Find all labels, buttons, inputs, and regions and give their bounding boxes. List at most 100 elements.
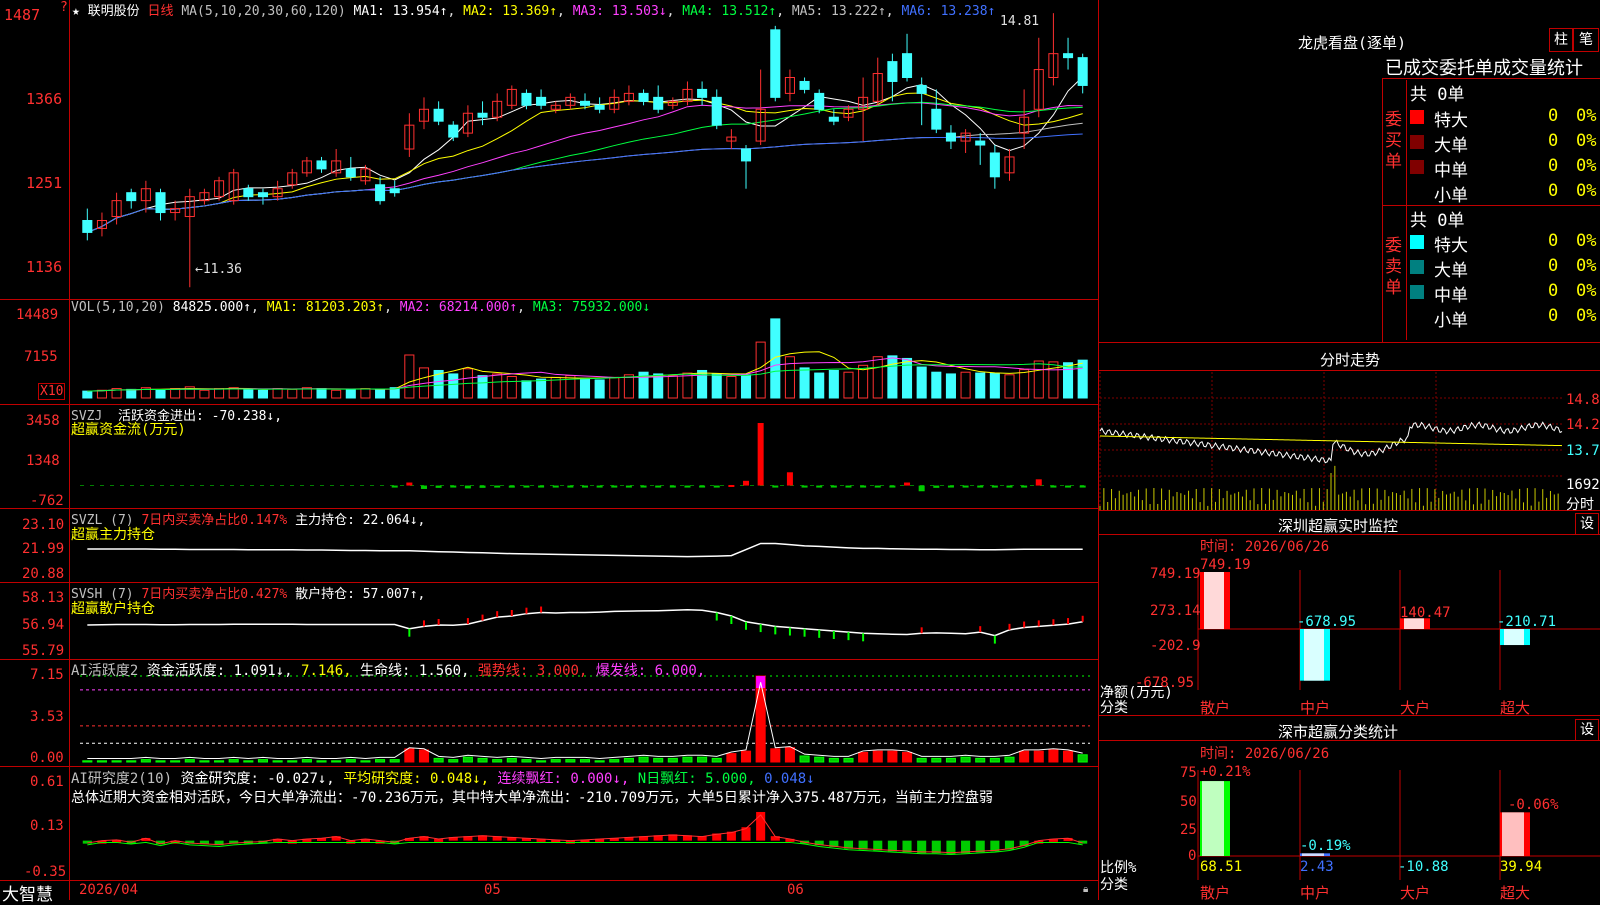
- svzj-bar: [933, 485, 940, 488]
- pen-toggle-button[interactable]: 笔: [1573, 28, 1599, 52]
- svzj-bar: [538, 485, 545, 488]
- ai1-bar: [360, 760, 371, 763]
- volume-bar: [594, 379, 605, 399]
- ai1-label3: 生命线: 1.560,: [360, 663, 470, 679]
- ai1-bar: [711, 757, 722, 763]
- ai1-peak-cap: [756, 676, 766, 689]
- sell-order-count: 0: [1548, 231, 1559, 251]
- candle-body: [594, 104, 605, 110]
- ai1-bar: [667, 757, 678, 763]
- svzj-bar: [611, 485, 618, 488]
- svsh-axis-bottom: 55.79: [22, 643, 65, 659]
- ai1-bar: [901, 751, 913, 763]
- sell-total: 共 0单: [1410, 211, 1465, 231]
- svzj-bar: [743, 480, 750, 486]
- bar-toggle-button[interactable]: 柱: [1549, 28, 1573, 52]
- ai1-bar: [1019, 750, 1030, 763]
- ai1-bar: [989, 757, 1000, 763]
- ma2-value: MA2: 13.369↑: [463, 4, 558, 19]
- monitor-value-1: 749.19: [1200, 557, 1251, 573]
- svzl-line: [87, 542, 1083, 558]
- ai2-bar: [756, 811, 766, 841]
- ai1-bar: [155, 760, 166, 763]
- price-low-label: ←11.36: [195, 262, 242, 277]
- candle-body: [126, 192, 137, 202]
- monitor-title: 深圳超赢实时监控: [1278, 517, 1399, 535]
- sell-order-count: 0: [1548, 256, 1559, 276]
- volume-bar: [506, 376, 517, 399]
- ma4-value: MA4: 13.512↑: [682, 4, 777, 19]
- ai1-bar: [214, 760, 225, 763]
- brand-label[interactable]: 大智慧: [2, 880, 53, 905]
- svzj-bar: [406, 482, 413, 486]
- ai1-bar: [228, 759, 239, 763]
- buy-total: 共 0单: [1410, 85, 1465, 105]
- volume-bar: [931, 371, 942, 399]
- intraday-avg-line: [1099, 435, 1563, 447]
- ai1-bar: [477, 757, 488, 763]
- volume-bar: [404, 354, 415, 399]
- candle-body: [697, 88, 708, 98]
- period-label[interactable]: 日线: [148, 4, 174, 19]
- ai1-bar: [184, 759, 195, 763]
- candle-body: [477, 112, 488, 118]
- classify-val-3: -10.88: [1398, 859, 1449, 875]
- classify-top-2: -0.19%: [1300, 838, 1351, 854]
- intraday-price-line: [1099, 421, 1563, 464]
- volume-bar: [477, 375, 488, 399]
- buy-order-count: 0: [1548, 181, 1559, 201]
- volume-bar: [989, 372, 1000, 399]
- kline-chart[interactable]: [0, 0, 1600, 900]
- candle-body: [1063, 53, 1074, 59]
- lhb-title: 龙虎看盘(逐单): [1298, 34, 1407, 52]
- volume-bar: [331, 389, 342, 399]
- ai1-bar: [916, 757, 927, 763]
- ai1-bar: [682, 756, 693, 763]
- ai1-bar: [199, 760, 210, 763]
- ai1-axis-top: 7.15: [30, 667, 64, 683]
- svzj-bar: [508, 485, 515, 488]
- classify-settings-button[interactable]: 设: [1575, 719, 1599, 741]
- intraday-axis-1: 14.80: [1566, 392, 1600, 408]
- ai1-bar: [272, 760, 283, 763]
- ai1-bar: [1048, 749, 1059, 763]
- ai1-bar: [243, 760, 254, 763]
- candle-body: [828, 116, 839, 122]
- ai1-bar: [726, 753, 737, 763]
- svzj-bar: [552, 485, 559, 488]
- price-high-label: 14.81: [1000, 14, 1040, 29]
- svzj-bar: [420, 485, 427, 489]
- help-icon[interactable]: ?: [60, 0, 68, 15]
- ai1-bar: [506, 757, 517, 763]
- svzj-bar: [699, 485, 706, 488]
- monitor-ylabel2: 分类: [1100, 700, 1128, 716]
- svzl-axis-top: 23.10: [22, 517, 65, 533]
- ai1-bar: [126, 760, 137, 763]
- ai1-bar: [931, 757, 942, 763]
- svzj-bar: [977, 485, 984, 488]
- candle-body: [653, 96, 664, 110]
- buy-order-row: 大单 0 0%: [1410, 131, 1600, 156]
- lock-icon[interactable]: 🔒︎: [1083, 884, 1088, 895]
- buy-order-label: 中单: [1434, 161, 1468, 181]
- svzj-bar: [464, 485, 471, 489]
- star-icon[interactable]: ★: [72, 4, 80, 19]
- vol-ma2: MA2: 68214.000↑: [399, 300, 518, 315]
- ai1-bar: [770, 748, 781, 763]
- ai1-bar: [828, 757, 839, 763]
- legend-swatch: [1410, 260, 1424, 274]
- candle-body: [521, 92, 532, 106]
- classify-val-2: 2.43: [1300, 859, 1334, 875]
- ai1-bar: [1004, 756, 1015, 763]
- volume-bar: [1033, 360, 1044, 399]
- svzj-bar: [523, 485, 530, 488]
- ai1-bar: [594, 760, 605, 763]
- sell-side-label: 委卖单: [1385, 236, 1402, 298]
- sell-order-pct: 0%: [1576, 306, 1597, 326]
- monitor-settings-button[interactable]: 设: [1575, 513, 1599, 535]
- svsh-name: 超赢散户持仓: [71, 601, 155, 617]
- monitor-time: 时间: 2026/06/26: [1200, 539, 1330, 555]
- classify-axis-4: 0: [1188, 848, 1197, 864]
- volume-bar: [828, 369, 839, 399]
- legend-swatch: [1410, 135, 1424, 149]
